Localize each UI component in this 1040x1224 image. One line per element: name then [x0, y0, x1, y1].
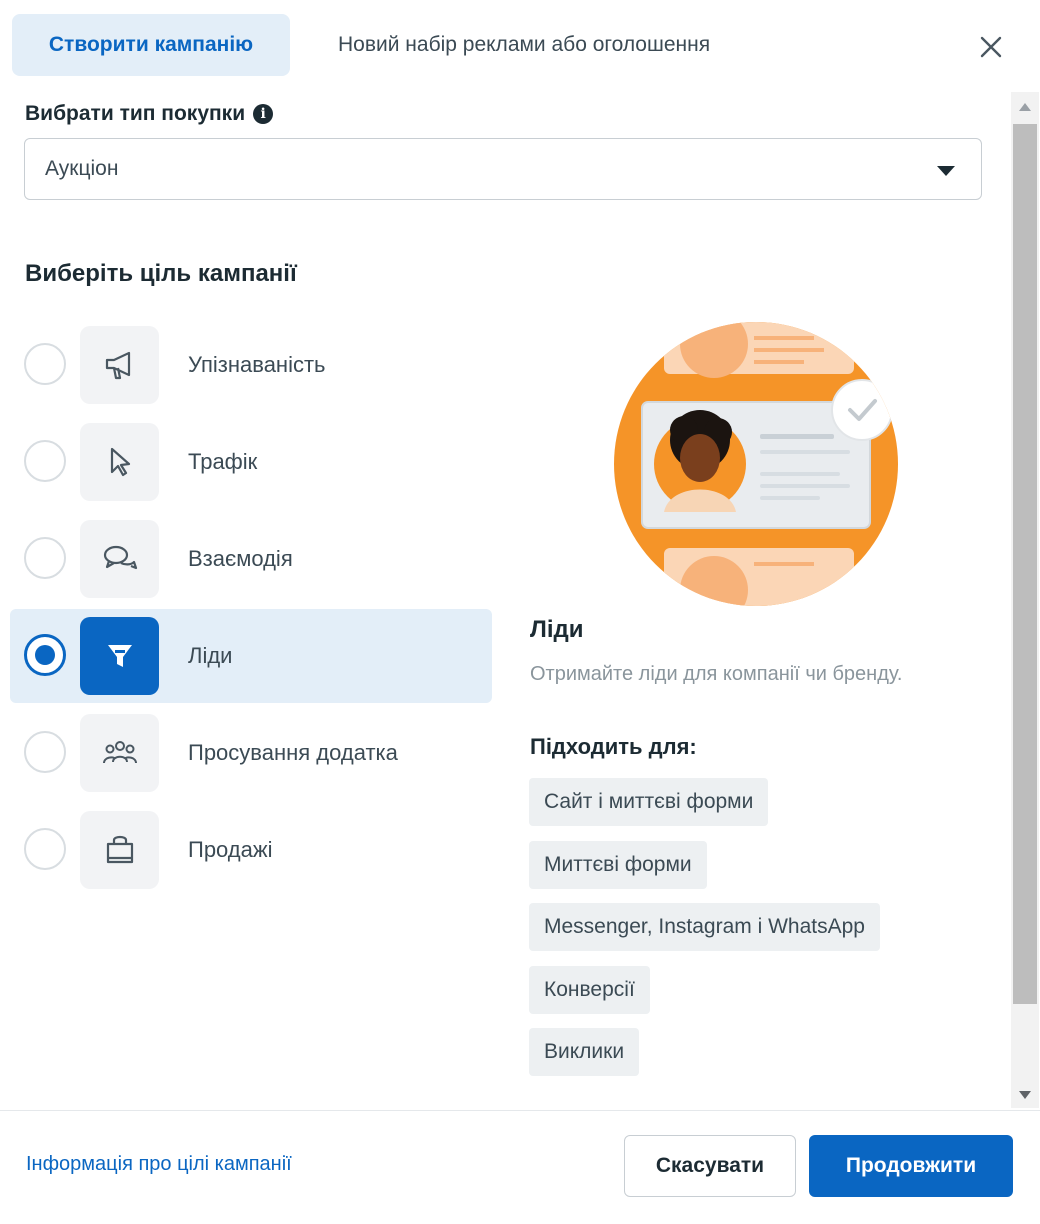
- scroll-up-arrow-icon[interactable]: [1011, 96, 1039, 118]
- fit-chip: Конверсії: [529, 966, 650, 1014]
- close-button[interactable]: [970, 26, 1012, 68]
- objective-traffic[interactable]: Трафік: [10, 415, 492, 509]
- objective-radio[interactable]: [24, 731, 66, 773]
- objective-awareness[interactable]: Упізнаваність: [10, 318, 492, 412]
- objective-label: Взаємодія: [188, 546, 293, 571]
- objective-radio[interactable]: [24, 828, 66, 870]
- cancel-button[interactable]: Скасувати: [624, 1135, 796, 1197]
- shopping-bag-icon: [106, 835, 133, 864]
- fit-chip: Миттєві форми: [529, 841, 707, 889]
- objective-detail-description: Отримайте ліди для компанії чи бренду.: [530, 663, 903, 685]
- leads-illustration: [614, 322, 898, 606]
- fits-for-label: Підходить для:: [530, 734, 697, 759]
- fit-chip: Messenger, Instagram і WhatsApp: [529, 903, 880, 951]
- fit-chip: Сайт і миттєві форми: [529, 778, 769, 826]
- objective-radio[interactable]: [24, 537, 66, 579]
- megaphone-icon: [105, 351, 130, 380]
- objective-engagement[interactable]: Взаємодія: [10, 512, 492, 606]
- vertical-scrollbar[interactable]: [1011, 92, 1039, 1108]
- purchase-type-select[interactable]: Аукціон: [24, 138, 982, 200]
- fit-chip: Виклики: [529, 1028, 640, 1076]
- tab-create-campaign[interactable]: Створити кампанію: [12, 14, 290, 76]
- funnel-icon: [107, 645, 132, 667]
- objective-leads[interactable]: Ліди: [10, 609, 492, 703]
- objective-label: Продажі: [188, 837, 273, 862]
- continue-button[interactable]: Продовжити: [809, 1135, 1013, 1197]
- cursor-icon: [110, 447, 130, 477]
- dialog-footer: Інформація про цілі кампанії Скасувати П…: [0, 1110, 1040, 1224]
- people-icon: [102, 741, 137, 764]
- caret-down-icon: [937, 166, 955, 176]
- info-icon[interactable]: i: [253, 104, 274, 124]
- chat-bubbles-icon: [103, 545, 137, 570]
- close-icon: [980, 36, 1002, 58]
- dialog-content: Вибрати тип покупки i Аукціон Виберіть ц…: [0, 90, 1010, 1110]
- objective-icon-box: [80, 326, 159, 404]
- campaign-goals-info-link[interactable]: Інформація про цілі кампанії: [26, 1153, 292, 1176]
- objective-icon-box: [80, 617, 159, 695]
- objective-detail-title: Ліди: [530, 616, 584, 643]
- campaign-goal-title: Виберіть ціль кампанії: [25, 260, 297, 287]
- purchase-type-label: Вибрати тип покупки i: [25, 102, 274, 126]
- objective-radio[interactable]: [24, 440, 66, 482]
- objective-label: Ліди: [188, 643, 233, 668]
- objective-app-promotion[interactable]: Просування додатка: [10, 706, 492, 800]
- objective-icon-box: [80, 714, 159, 792]
- dialog-header: Створити кампанію Новий набір реклами аб…: [0, 0, 1040, 90]
- objective-radio[interactable]: [24, 343, 66, 385]
- purchase-type-value: Аукціон: [45, 157, 119, 180]
- scroll-down-arrow-icon[interactable]: [1011, 1084, 1039, 1106]
- tab-new-ad-set[interactable]: Новий набір реклами або оголошення: [338, 14, 710, 76]
- objective-label: Трафік: [188, 449, 258, 474]
- scrollbar-thumb[interactable]: [1013, 124, 1037, 1004]
- objective-radio[interactable]: [24, 634, 66, 676]
- objective-icon-box: [80, 811, 159, 889]
- purchase-type-label-text: Вибрати тип покупки: [25, 102, 246, 125]
- objective-icon-box: [80, 520, 159, 598]
- objective-label: Упізнаваність: [188, 352, 326, 377]
- objective-icon-box: [80, 423, 159, 501]
- objective-sales[interactable]: Продажі: [10, 803, 492, 897]
- objective-label: Просування додатка: [188, 740, 398, 765]
